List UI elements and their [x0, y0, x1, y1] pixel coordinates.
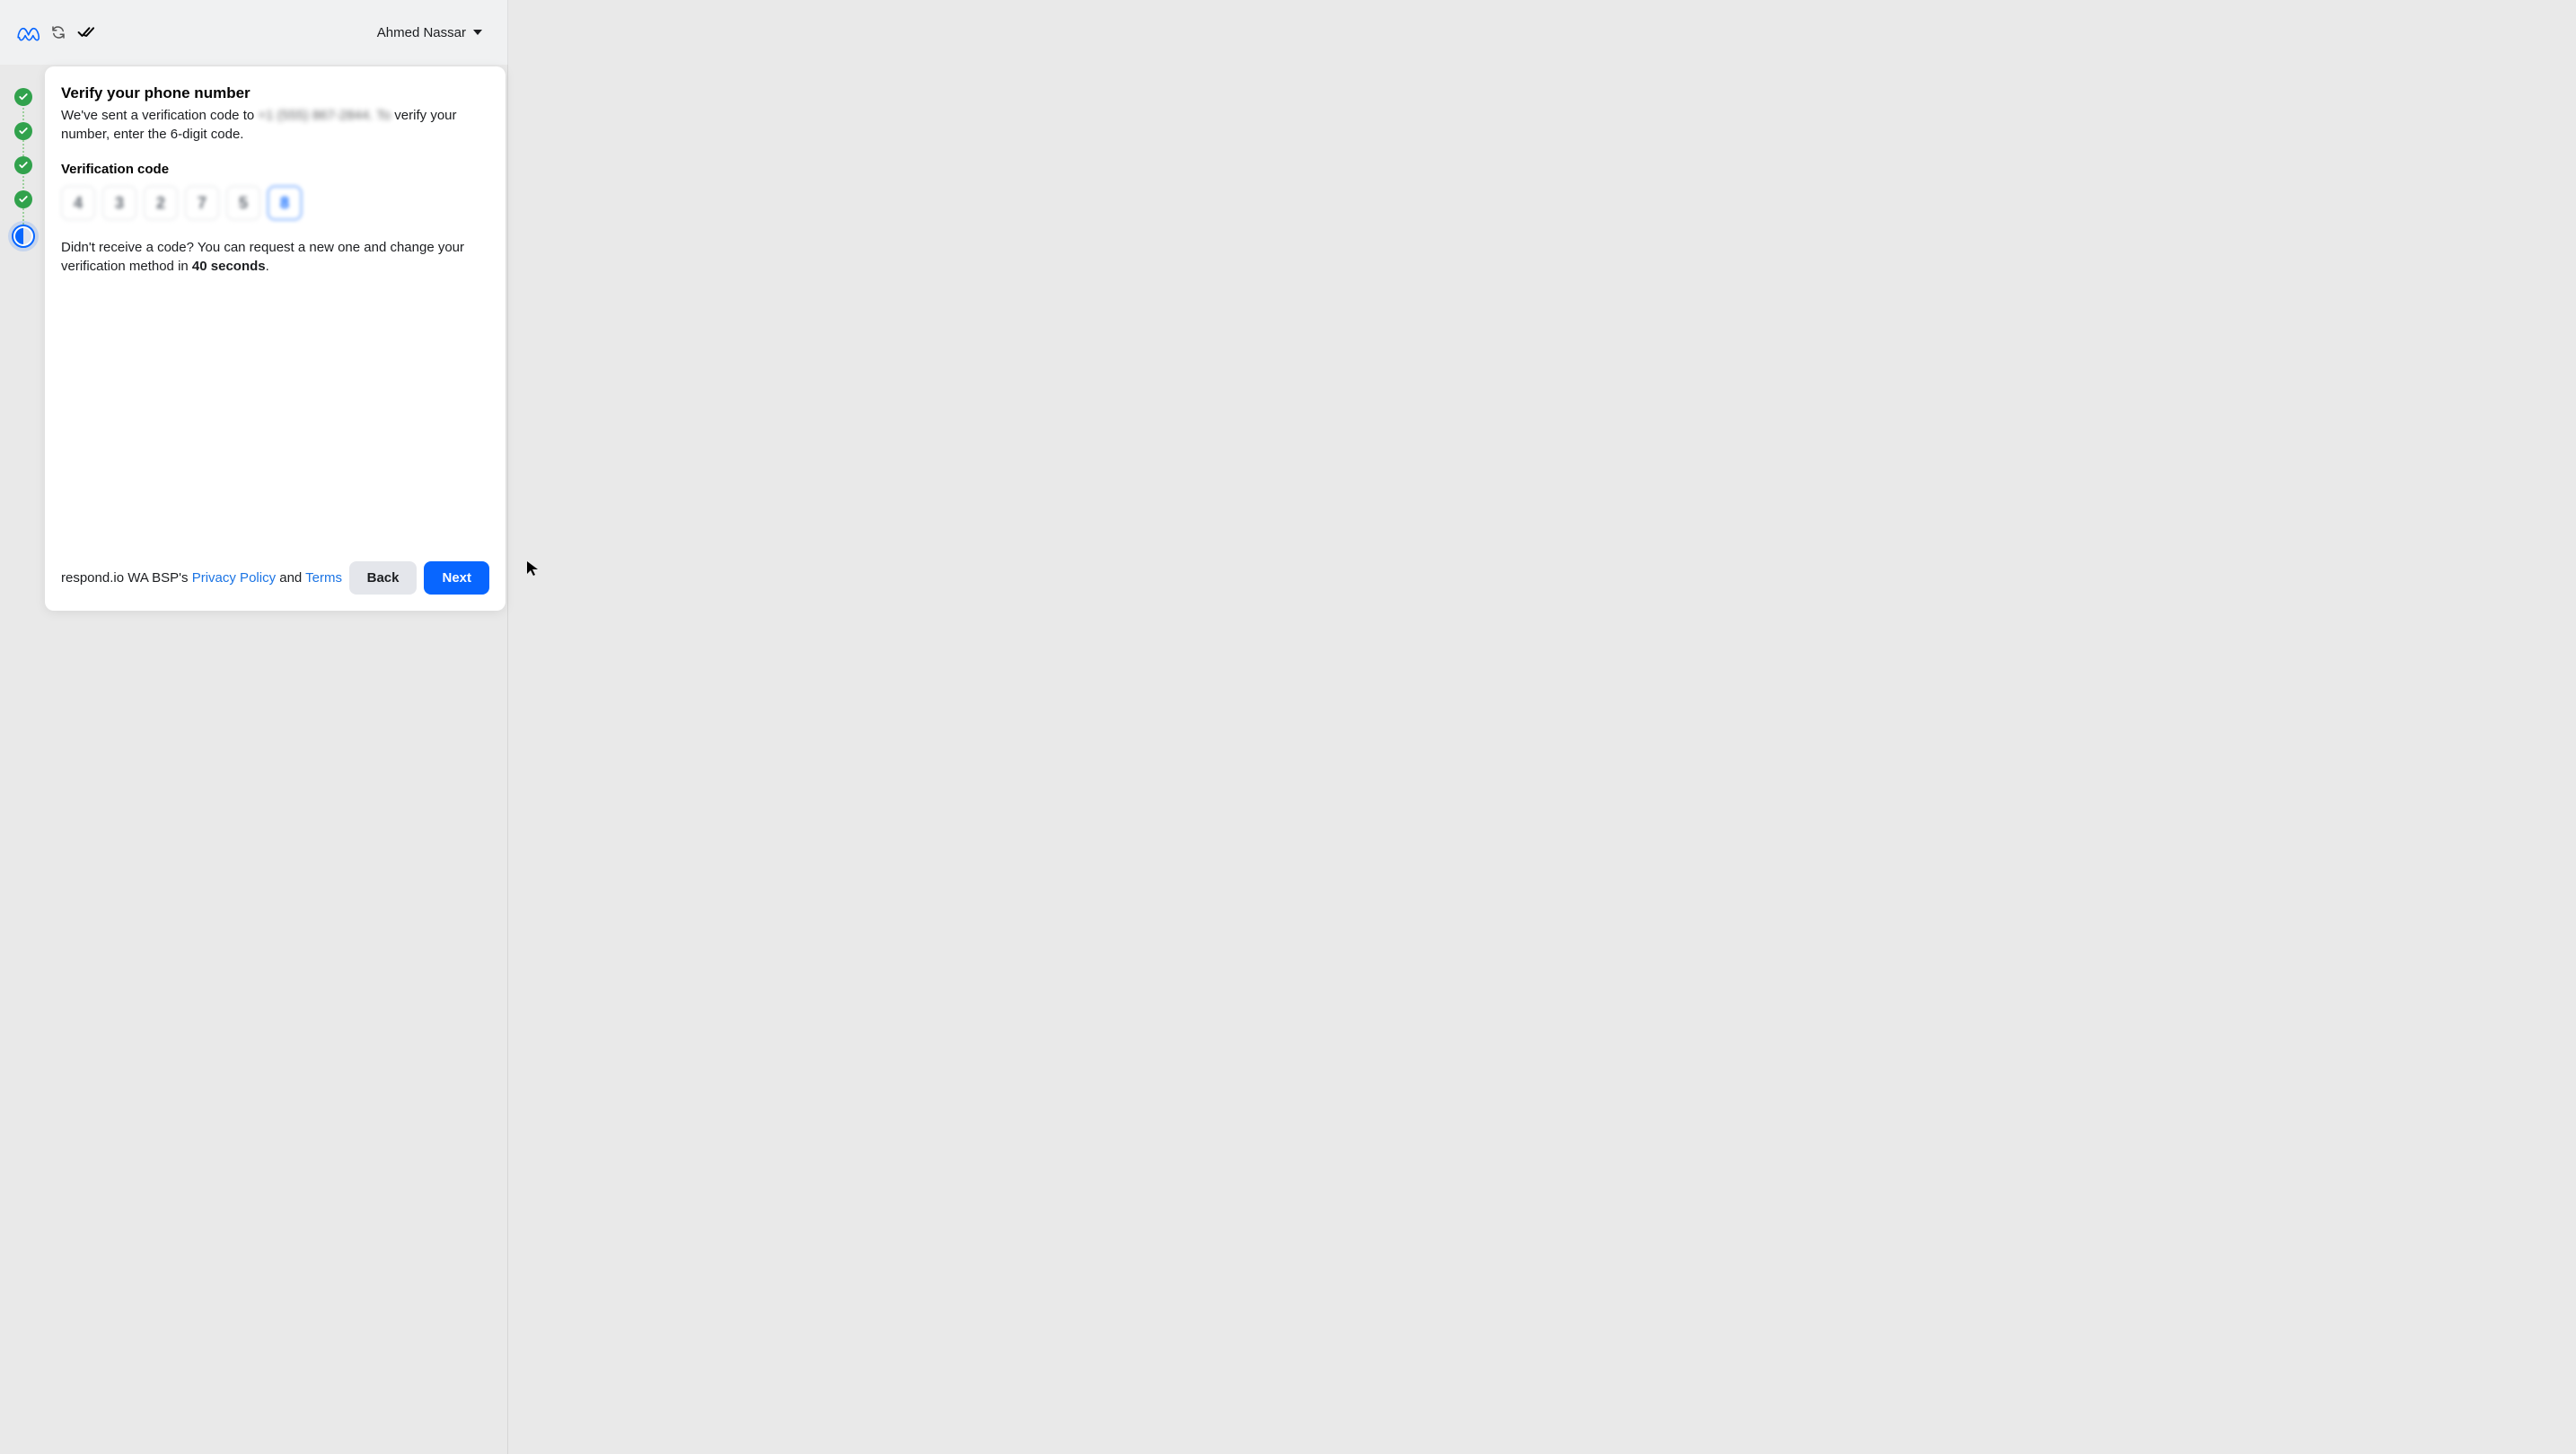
- code-digit-1[interactable]: [61, 186, 95, 220]
- code-digit-6[interactable]: [268, 186, 302, 220]
- half-circle-icon: [15, 228, 31, 244]
- verification-card: Verify your phone number We've sent a ve…: [45, 66, 506, 611]
- top-bar: Ahmed Nassar: [0, 0, 507, 65]
- account-dropdown[interactable]: Ahmed Nassar: [368, 20, 491, 46]
- top-bar-left: [16, 21, 97, 44]
- legal-prefix: respond.io WA BSP's: [61, 570, 192, 586]
- next-button[interactable]: Next: [424, 561, 489, 595]
- chevron-down-icon: [473, 30, 482, 35]
- button-group: Back Next: [349, 561, 489, 595]
- verification-code-label: Verification code: [61, 162, 489, 177]
- terms-link[interactable]: Terms: [305, 570, 342, 586]
- subtitle-prefix: We've sent a verification code to: [61, 108, 258, 123]
- card-title: Verify your phone number: [61, 84, 489, 102]
- resend-text: Didn't receive a code? You can request a…: [61, 238, 489, 276]
- code-digit-5[interactable]: [226, 186, 260, 220]
- back-button[interactable]: Back: [349, 561, 418, 595]
- code-digit-4[interactable]: [185, 186, 219, 220]
- left-pane: Ahmed Nassar: [0, 0, 508, 1454]
- code-digit-3[interactable]: [144, 186, 178, 220]
- account-name: Ahmed Nassar: [377, 25, 466, 40]
- double-check-icon: [77, 25, 97, 40]
- code-input-row: [61, 186, 489, 220]
- step-indicator-4: [14, 190, 32, 208]
- resend-suffix: .: [266, 259, 269, 274]
- step-indicator-1: [14, 88, 32, 106]
- resend-countdown: 40 seconds: [192, 259, 266, 274]
- refresh-icon[interactable]: [50, 24, 66, 40]
- legal-mid: and: [276, 570, 305, 586]
- app-root: Ahmed Nassar: [0, 0, 2576, 1454]
- content-row: Verify your phone number We've sent a ve…: [0, 65, 507, 1454]
- subtitle-masked-phone: +1 (555) 867-2844. To: [258, 108, 391, 123]
- right-empty-area: [508, 0, 2576, 1454]
- step-indicator-5-current: [12, 225, 35, 248]
- step-rail: [4, 65, 43, 1454]
- card-footer: respond.io WA BSP's Privacy Policy and T…: [61, 561, 489, 595]
- meta-logo-icon: [16, 21, 40, 44]
- code-digit-2[interactable]: [102, 186, 136, 220]
- privacy-policy-link[interactable]: Privacy Policy: [192, 570, 276, 586]
- step-indicator-2: [14, 122, 32, 140]
- step-indicator-3: [14, 156, 32, 174]
- legal-text: respond.io WA BSP's Privacy Policy and T…: [61, 570, 342, 586]
- card-subtitle: We've sent a verification code to +1 (55…: [61, 106, 489, 144]
